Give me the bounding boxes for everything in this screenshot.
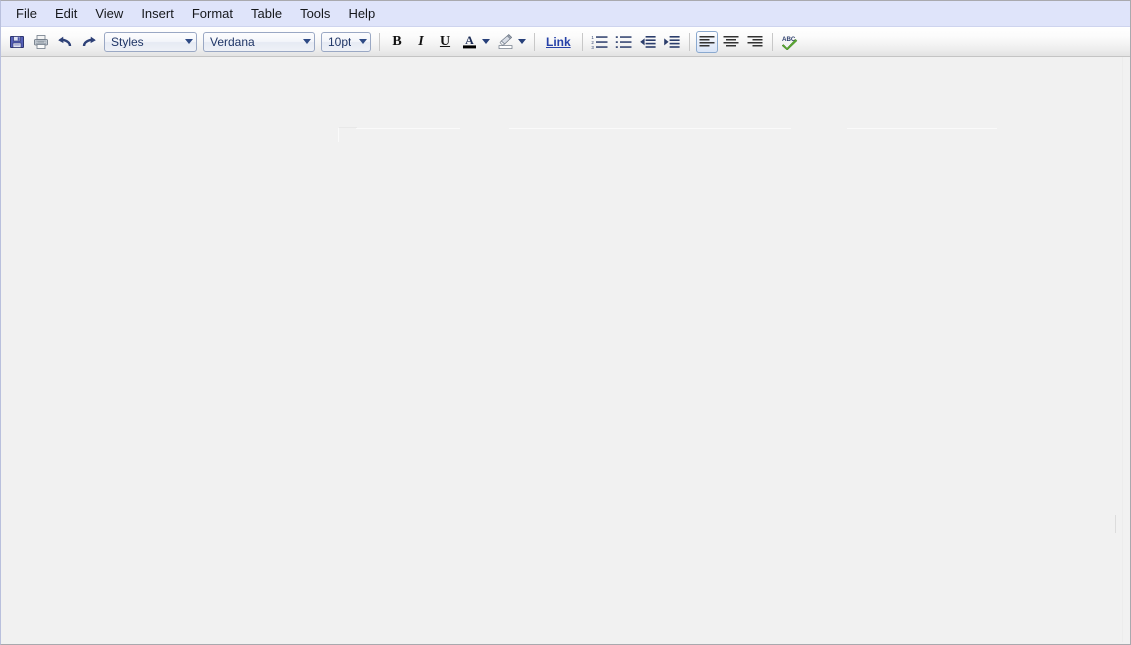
menubar: File Edit View Insert Format Table Tools…: [1, 1, 1130, 27]
menu-help[interactable]: Help: [339, 4, 384, 24]
bulleted-list-icon: [615, 35, 632, 48]
font-family-value: Verdana: [210, 35, 255, 48]
right-margin-rule: [1122, 57, 1123, 642]
toolbar: Styles Verdana 10pt B I U A Link 1 2 3 A…: [1, 27, 1130, 57]
menu-edit[interactable]: Edit: [46, 4, 86, 24]
menu-tools[interactable]: Tools: [291, 4, 339, 24]
insert-link-button[interactable]: Link: [540, 32, 577, 52]
ghost-rule-1: [356, 128, 460, 129]
save-icon: [10, 35, 24, 48]
indent-icon: [664, 35, 680, 48]
outdent-button[interactable]: [637, 31, 659, 53]
menu-insert[interactable]: Insert: [132, 4, 183, 24]
chevron-down-icon: [303, 39, 311, 44]
text-color-dropdown-caret[interactable]: [482, 39, 490, 44]
save-button[interactable]: [6, 31, 28, 53]
highlight-color-dropdown-caret[interactable]: [518, 39, 526, 44]
undo-button[interactable]: [54, 31, 76, 53]
toolbar-separator: [771, 32, 773, 51]
ghost-rule-3: [847, 128, 997, 129]
styles-select-value: Styles: [111, 35, 144, 48]
italic-icon: I: [418, 33, 424, 49]
align-right-icon: [747, 35, 763, 46]
align-center-button[interactable]: [720, 31, 742, 53]
document-editing-area[interactable]: [1, 57, 1130, 642]
menu-view[interactable]: View: [86, 4, 132, 24]
font-size-select[interactable]: 10pt: [321, 31, 371, 52]
text-caret: [1115, 515, 1116, 533]
italic-button[interactable]: I: [410, 31, 432, 53]
editor-window: File Edit View Insert Format Table Tools…: [0, 0, 1131, 645]
redo-icon: [82, 36, 96, 46]
spellcheck-button[interactable]: ABC: [779, 31, 801, 53]
menu-table[interactable]: Table: [242, 4, 291, 24]
undo-icon: [58, 36, 72, 46]
table-cell-ghost-outline: [338, 127, 357, 142]
print-icon: [34, 34, 48, 49]
svg-text:3: 3: [592, 45, 595, 50]
underline-button[interactable]: U: [434, 31, 456, 53]
align-left-icon: [699, 35, 715, 46]
toolbar-separator: [581, 32, 583, 51]
align-right-button[interactable]: [744, 31, 766, 53]
toolbar-separator: [688, 32, 690, 51]
chevron-down-icon: [359, 39, 367, 44]
chevron-down-icon: [185, 39, 193, 44]
ghost-rule-2: [509, 128, 791, 129]
text-color-icon: A: [462, 33, 476, 49]
numbered-list-button[interactable]: 1 2 3: [589, 31, 611, 53]
toolbar-separator: [379, 32, 380, 51]
spellcheck-icon: ABC: [781, 36, 798, 50]
numbered-list-icon: 1 2 3: [592, 35, 608, 50]
redo-button[interactable]: [78, 31, 100, 53]
indent-button[interactable]: [661, 31, 683, 53]
bulleted-list-button[interactable]: [613, 31, 635, 53]
underline-icon: U: [439, 33, 451, 49]
bold-icon: B: [392, 33, 402, 49]
bold-button[interactable]: B: [386, 31, 408, 53]
toolbar-separator: [534, 32, 535, 51]
menu-file[interactable]: File: [7, 4, 46, 24]
text-color-button[interactable]: A: [458, 31, 480, 53]
highlighter-pen-icon: [498, 34, 512, 49]
svg-text:A: A: [465, 33, 474, 47]
font-size-value: 10pt: [328, 35, 351, 48]
font-family-select[interactable]: Verdana: [203, 31, 315, 52]
align-left-button[interactable]: [695, 30, 718, 53]
outdent-icon: [640, 35, 656, 48]
align-center-icon: [723, 35, 739, 46]
print-button[interactable]: [30, 31, 52, 53]
styles-select[interactable]: Styles: [104, 31, 197, 52]
highlight-color-button[interactable]: [494, 31, 516, 53]
menu-format[interactable]: Format: [183, 4, 242, 24]
